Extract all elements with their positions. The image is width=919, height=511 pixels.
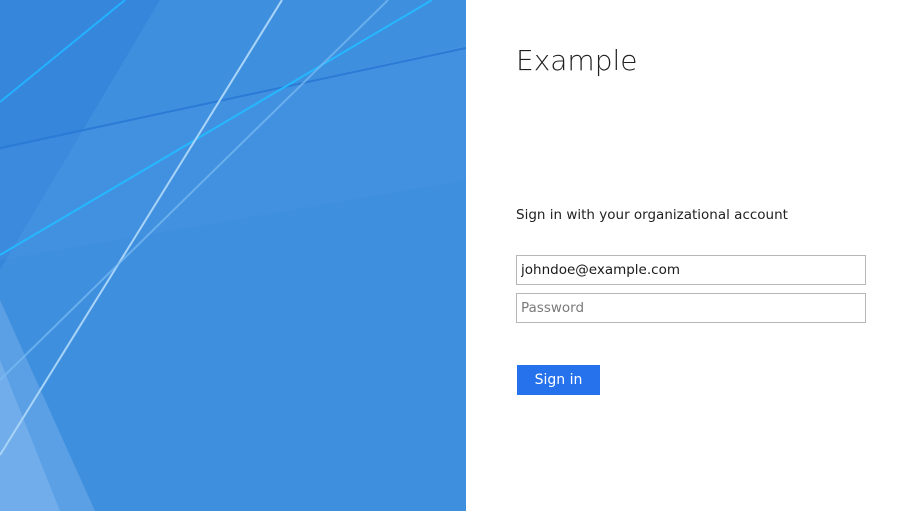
signin-instructions: Sign in with your organizational account bbox=[516, 207, 788, 223]
brand-title: Example bbox=[516, 44, 638, 77]
abstract-lines-illustration bbox=[0, 0, 466, 511]
signin-page: Example Sign in with your organizational… bbox=[0, 0, 919, 511]
username-field[interactable] bbox=[516, 255, 866, 285]
illustration-panel bbox=[0, 0, 466, 511]
sign-in-button[interactable]: Sign in bbox=[517, 365, 600, 395]
password-field[interactable] bbox=[516, 293, 866, 323]
signin-panel: Example Sign in with your organizational… bbox=[466, 0, 919, 511]
